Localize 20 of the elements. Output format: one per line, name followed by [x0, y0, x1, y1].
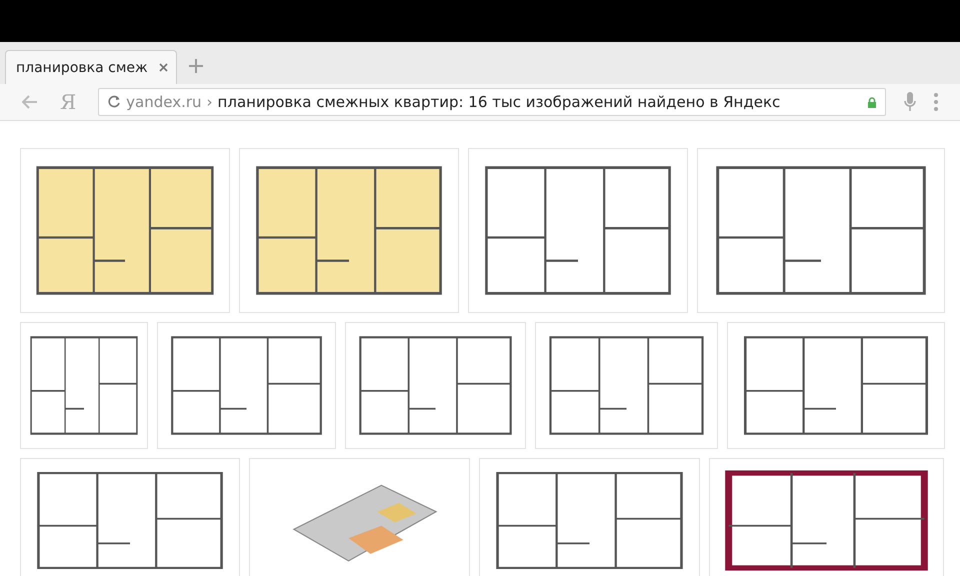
reload-icon[interactable] [107, 95, 122, 109]
floor-plan-image[interactable] [727, 322, 945, 449]
floor-plan-image[interactable] [479, 458, 700, 576]
floor-plan-image[interactable] [709, 458, 944, 576]
floor-plan-image[interactable] [535, 322, 718, 449]
lock-icon [867, 96, 877, 108]
floor-plan-image[interactable] [20, 322, 148, 449]
close-icon[interactable] [159, 63, 168, 72]
floor-plan-image[interactable] [239, 148, 459, 313]
floor-plan-image[interactable] [468, 148, 688, 313]
floor-plan-image[interactable] [20, 148, 230, 313]
floor-plan-image[interactable] [697, 148, 945, 313]
domain-text: yandex.ru [126, 93, 202, 111]
browser-tab[interactable]: планировка смеж [5, 50, 177, 84]
floor-plan-image[interactable] [157, 322, 336, 449]
breadcrumb-separator: › [206, 93, 213, 111]
address-bar[interactable]: yandex.ru › планировка смежных квартир: 16 тыс изображений найдено в Яндекс [98, 88, 886, 116]
floor-plan-image[interactable] [345, 322, 526, 449]
floor-plan-image[interactable] [20, 458, 240, 576]
page-title-text: планировка смежных квартир: 16 тыс изображений найдено в Яндекс [218, 93, 782, 111]
